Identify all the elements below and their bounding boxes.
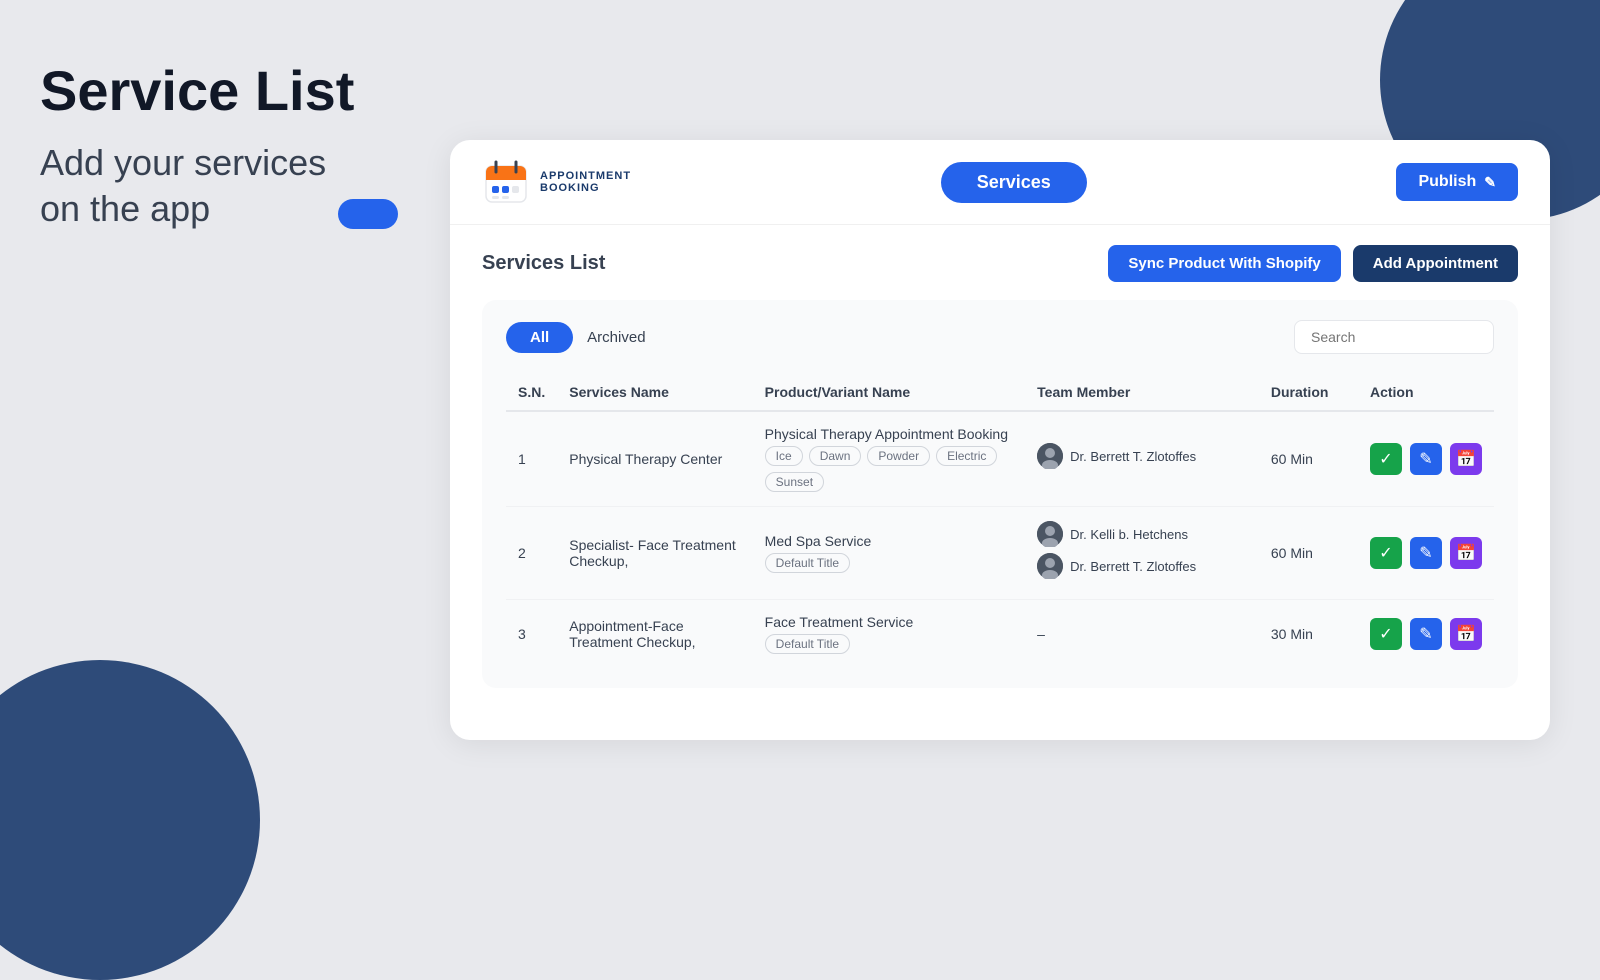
calendar-button[interactable]: 📅 (1450, 618, 1482, 650)
calendar-button[interactable]: 📅 (1450, 443, 1482, 475)
calendar-button[interactable]: 📅 (1450, 537, 1482, 569)
edit-button[interactable]: ✎ (1410, 537, 1442, 569)
product-name: Face Treatment Service (765, 614, 1014, 630)
nav-services-button[interactable]: Services (941, 162, 1087, 203)
cell-product: Med Spa Service Default Title (753, 507, 1026, 600)
col-action: Action (1358, 374, 1494, 411)
activate-button[interactable]: ✓ (1370, 537, 1402, 569)
action-buttons: ✓ ✎ 📅 (1370, 443, 1482, 475)
col-sn: S.N. (506, 374, 557, 411)
variant-tag: Powder (867, 446, 930, 466)
bg-decor-circle-bottom (0, 660, 260, 980)
activate-button[interactable]: ✓ (1370, 443, 1402, 475)
tab-archived[interactable]: Archived (587, 329, 645, 346)
product-name: Physical Therapy Appointment Booking (765, 426, 1014, 442)
cell-sn: 1 (506, 411, 557, 507)
table-row: 3 Appointment-Face Treatment Checkup, Fa… (506, 600, 1494, 669)
avatar (1037, 521, 1063, 547)
sync-product-button[interactable]: Sync Product With Shopify (1108, 245, 1340, 282)
header-actions: Sync Product With Shopify Add Appointmen… (1108, 245, 1518, 282)
product-name: Med Spa Service (765, 533, 1014, 549)
col-team: Team Member (1025, 374, 1259, 411)
logo-text: APPOINTMENT BOOKING (540, 170, 631, 194)
team-member-name: Dr. Berrett T. Zlotoffes (1070, 559, 1196, 574)
action-buttons: ✓ ✎ 📅 (1370, 537, 1482, 569)
cell-sn: 3 (506, 600, 557, 669)
publish-button[interactable]: Publish ✎ (1396, 163, 1518, 201)
default-tag: Default Title (765, 634, 850, 654)
left-panel: Service List Add your services on the ap… (40, 60, 460, 233)
col-service-name: Services Name (557, 374, 752, 411)
tab-all[interactable]: All (506, 322, 573, 353)
main-card: APPOINTMENT BOOKING Services Publish ✎ S… (450, 140, 1550, 740)
table-toolbar: All Archived (506, 320, 1494, 354)
team-member: Dr. Berrett T. Zlotoffes (1037, 443, 1247, 469)
cell-action: ✓ ✎ 📅 (1358, 600, 1494, 669)
variant-tag: Sunset (765, 472, 824, 492)
action-buttons: ✓ ✎ 📅 (1370, 618, 1482, 650)
table-row: 2 Specialist- Face Treatment Checkup, Me… (506, 507, 1494, 600)
services-list-title: Services List (482, 252, 605, 275)
avatar (1037, 553, 1063, 579)
toggle-pill[interactable] (338, 199, 398, 229)
avatar (1037, 443, 1063, 469)
team-member: Dr. Berrett T. Zlotoffes (1037, 553, 1247, 579)
col-product: Product/Variant Name (753, 374, 1026, 411)
table-header-row: S.N. Services Name Product/Variant Name … (506, 374, 1494, 411)
edit-button[interactable]: ✎ (1410, 443, 1442, 475)
team-member-name: Dr. Berrett T. Zlotoffes (1070, 449, 1196, 464)
col-duration: Duration (1259, 374, 1358, 411)
team-dash: – (1037, 626, 1045, 642)
cell-product: Face Treatment Service Default Title (753, 600, 1026, 669)
page-subtitle: Add your services on the app (40, 140, 460, 234)
cell-sn: 2 (506, 507, 557, 600)
services-section: Services List Sync Product With Shopify … (450, 225, 1550, 708)
logo-icon (482, 158, 530, 206)
cell-duration: 60 Min (1259, 411, 1358, 507)
cell-action: ✓ ✎ 📅 (1358, 507, 1494, 600)
app-nav: APPOINTMENT BOOKING Services Publish ✎ (450, 140, 1550, 225)
cell-team: – (1025, 600, 1259, 669)
variant-tag: Ice (765, 446, 803, 466)
tab-group: All Archived (506, 322, 646, 353)
variant-tags: Ice Dawn Powder Electric Sunset (765, 446, 1014, 492)
cell-duration: 60 Min (1259, 507, 1358, 600)
page-title: Service List (40, 60, 460, 122)
default-tag: Default Title (765, 553, 850, 573)
cell-team: Dr. Kelli b. Hetchens Dr. Berrett T. Zlo… (1025, 507, 1259, 600)
edit-button[interactable]: ✎ (1410, 618, 1442, 650)
cell-service-name: Appointment-Face Treatment Checkup, (557, 600, 752, 669)
table-row: 1 Physical Therapy Center Physical Thera… (506, 411, 1494, 507)
team-member-name: Dr. Kelli b. Hetchens (1070, 527, 1188, 542)
activate-button[interactable]: ✓ (1370, 618, 1402, 650)
cell-product: Physical Therapy Appointment Booking Ice… (753, 411, 1026, 507)
subtitle-text: Add your services on the app (40, 140, 326, 234)
app-logo: APPOINTMENT BOOKING (482, 158, 631, 206)
cell-service-name: Specialist- Face Treatment Checkup, (557, 507, 752, 600)
variant-tag: Dawn (809, 446, 862, 466)
cell-action: ✓ ✎ 📅 (1358, 411, 1494, 507)
cell-service-name: Physical Therapy Center (557, 411, 752, 507)
services-table: S.N. Services Name Product/Variant Name … (506, 374, 1494, 668)
table-card: All Archived S.N. Services Name Product/… (482, 300, 1518, 688)
variant-tag: Electric (936, 446, 997, 466)
cell-duration: 30 Min (1259, 600, 1358, 669)
team-member: Dr. Kelli b. Hetchens (1037, 521, 1247, 547)
search-input[interactable] (1294, 320, 1494, 354)
publish-edit-icon: ✎ (1484, 174, 1496, 191)
add-appointment-button[interactable]: Add Appointment (1353, 245, 1518, 282)
services-header: Services List Sync Product With Shopify … (482, 245, 1518, 282)
cell-team: Dr. Berrett T. Zlotoffes (1025, 411, 1259, 507)
